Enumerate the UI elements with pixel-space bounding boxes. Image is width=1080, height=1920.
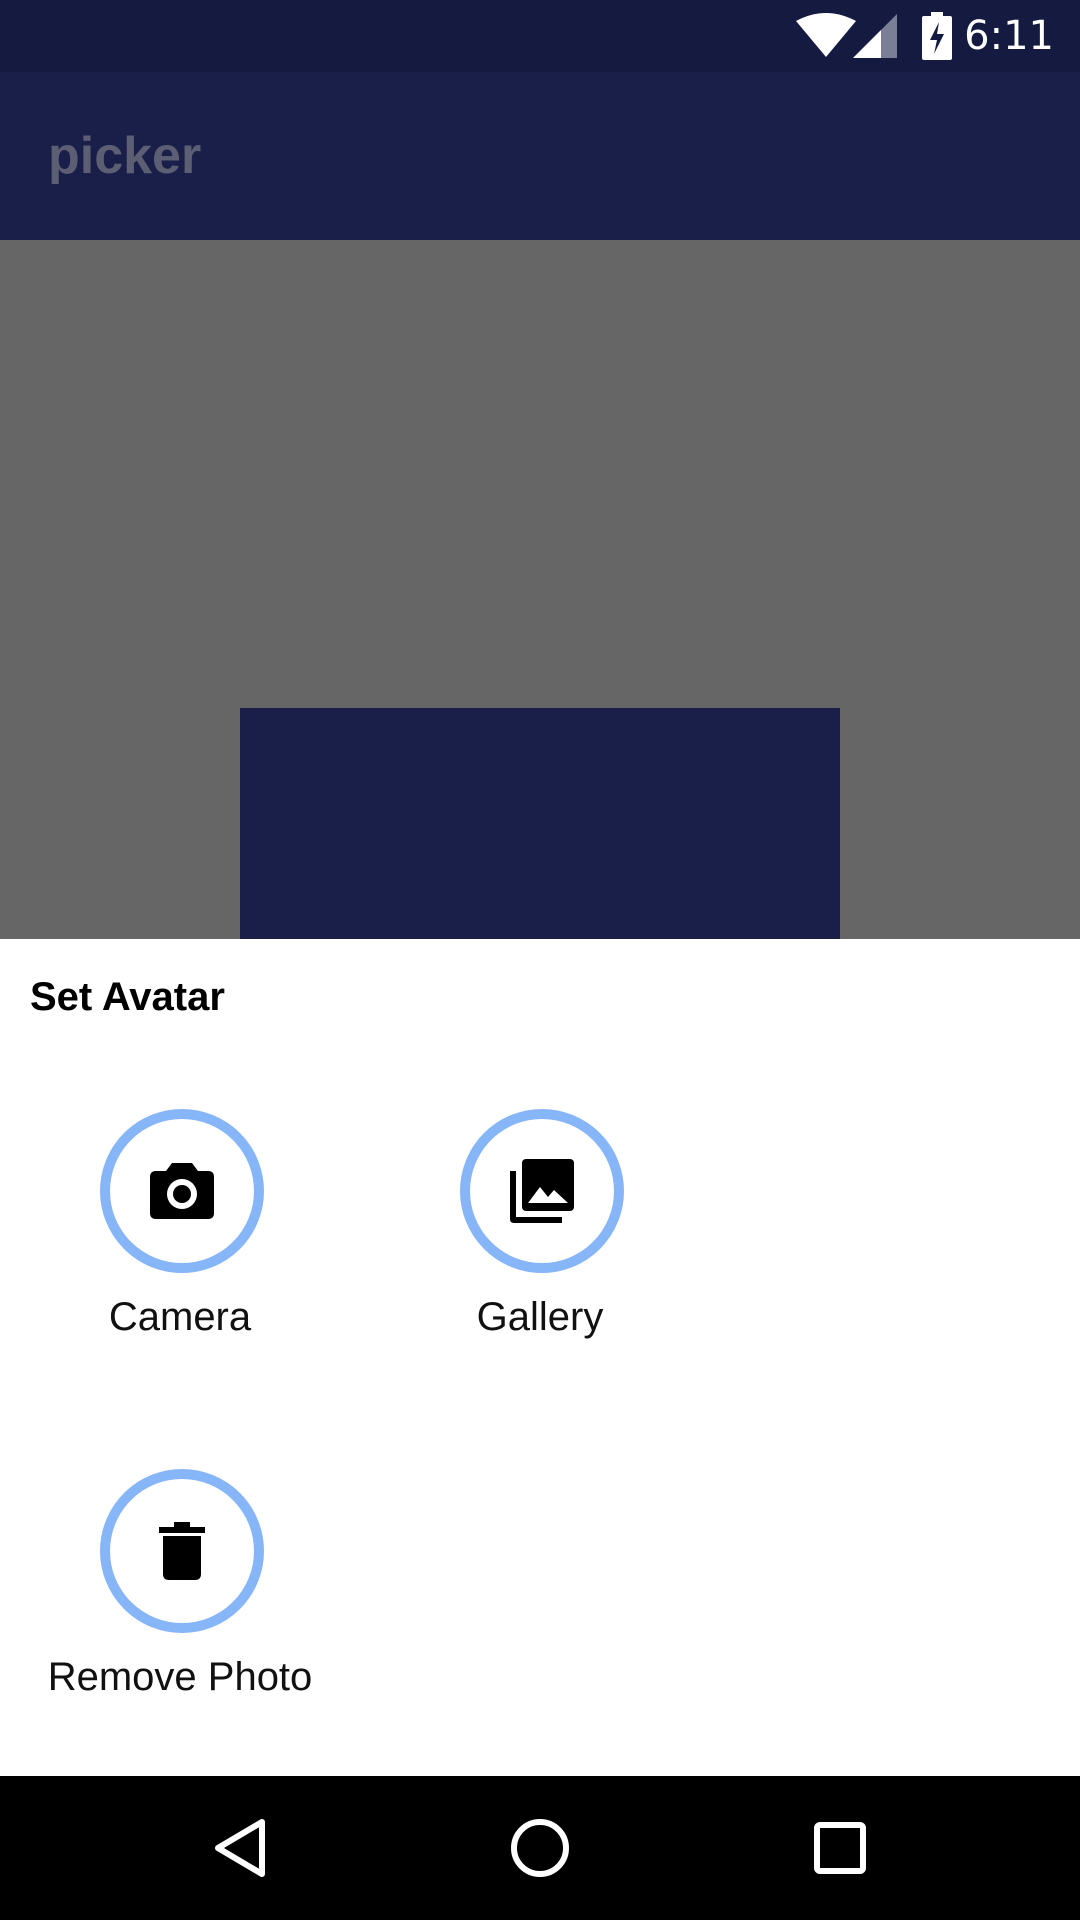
- app-title: picker: [48, 127, 202, 185]
- home-icon: [511, 1819, 569, 1877]
- camera-label: Camera: [108, 1295, 252, 1339]
- sheet-title: Set Avatar: [30, 975, 225, 1019]
- camera-icon: [150, 1163, 214, 1219]
- gallery-option[interactable]: Gallery: [380, 1109, 700, 1369]
- remove-photo-button[interactable]: [100, 1469, 264, 1633]
- app-bar: picker: [0, 72, 1080, 240]
- cell-signal-icon: [852, 0, 898, 72]
- navigation-bar: [0, 1776, 1080, 1920]
- battery-charging-icon: [918, 0, 956, 72]
- recents-icon: [814, 1822, 866, 1874]
- bottom-sheet: Set Avatar Camera Gallery Remove Photo: [0, 939, 1080, 1776]
- remove-photo-label: Remove Photo: [47, 1655, 313, 1699]
- back-button[interactable]: [160, 1776, 320, 1920]
- gallery-button[interactable]: [460, 1109, 624, 1273]
- photo-library-icon: [510, 1159, 574, 1223]
- status-time: 6:11: [964, 13, 1054, 59]
- content-scrim[interactable]: [0, 240, 1080, 939]
- wifi-icon: [794, 0, 858, 72]
- back-icon: [215, 1819, 265, 1877]
- camera-button[interactable]: [100, 1109, 264, 1273]
- home-button[interactable]: [460, 1776, 620, 1920]
- status-bar: 6:11: [0, 0, 1080, 72]
- avatar-preview: [240, 708, 840, 939]
- camera-option[interactable]: Camera: [20, 1109, 340, 1369]
- trash-icon: [159, 1522, 205, 1580]
- recents-button[interactable]: [760, 1776, 920, 1920]
- remove-photo-option[interactable]: Remove Photo: [20, 1469, 340, 1729]
- gallery-label: Gallery: [476, 1295, 604, 1339]
